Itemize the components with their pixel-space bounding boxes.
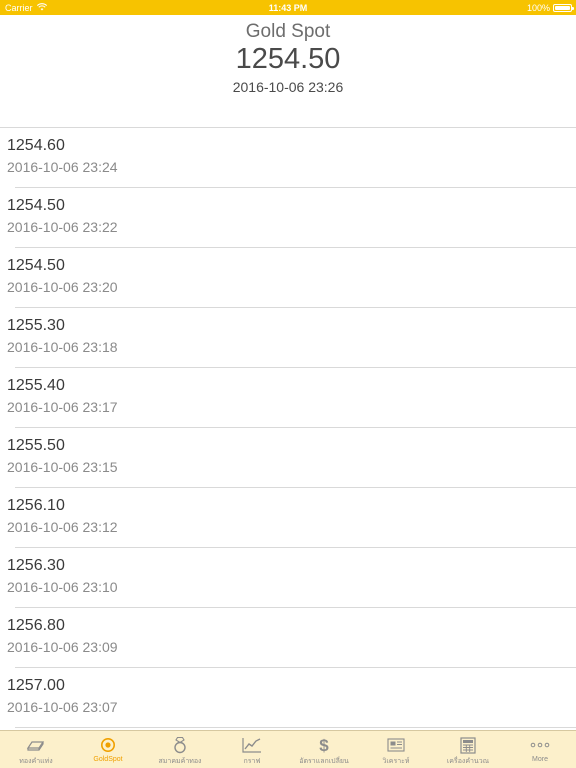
- tab-gold-association[interactable]: สมาคมค้าทอง: [144, 731, 216, 768]
- list-item[interactable]: 1254.50 2016-10-06 23:22: [0, 188, 576, 248]
- list-item[interactable]: 1256.80 2016-10-06 23:09: [0, 608, 576, 668]
- row-price: 1255.40: [7, 377, 65, 394]
- price-history-list[interactable]: 1254.60 2016-10-06 23:24 1254.50 2016-10…: [0, 128, 576, 730]
- list-item[interactable]: 1254.50 2016-10-06 23:20: [0, 248, 576, 308]
- svg-text:$: $: [319, 736, 329, 754]
- row-price: 1257.00: [7, 677, 65, 694]
- list-item[interactable]: 1256.10 2016-10-06 23:12: [0, 488, 576, 548]
- row-time: 2016-10-06 23:09: [7, 639, 118, 655]
- status-bar: Carrier 11:43 PM 100%: [0, 0, 576, 15]
- row-time: 2016-10-06 23:10: [7, 579, 118, 595]
- tab-analysis[interactable]: วิเคราะห์: [360, 731, 432, 768]
- row-time: 2016-10-06 23:12: [7, 519, 118, 535]
- ring-icon: [173, 736, 187, 754]
- list-item[interactable]: 1256.30 2016-10-06 23:10: [0, 548, 576, 608]
- carrier-label: Carrier: [5, 2, 33, 13]
- list-item[interactable]: 1254.60 2016-10-06 23:24: [0, 128, 576, 188]
- tab-label: อัตราแลกเปลี่ยน: [299, 758, 349, 765]
- battery-percent: 100%: [526, 2, 550, 13]
- row-price: 1256.80: [7, 617, 65, 634]
- chart-icon: [242, 736, 262, 754]
- row-time: 2016-10-06 23:22: [7, 219, 118, 235]
- wifi-icon: [36, 2, 47, 13]
- tab-label: ทองคำแท่ง: [19, 758, 53, 765]
- tab-label: กราฟ: [243, 758, 261, 765]
- row-price: 1256.30: [7, 557, 65, 574]
- battery-icon: [553, 3, 574, 12]
- tab-label: เครื่องคำนวณ: [446, 758, 490, 765]
- tab-more[interactable]: More: [504, 731, 576, 768]
- row-price: 1255.30: [7, 317, 65, 334]
- tab-exchange-rate[interactable]: $ อัตราแลกเปลี่ยน: [288, 731, 360, 768]
- row-price: 1254.50: [7, 257, 65, 274]
- gold-spot-header: Gold Spot 1254.50 2016-10-06 23:26: [0, 15, 576, 128]
- gold-bar-icon: [26, 736, 46, 754]
- row-time: 2016-10-06 23:20: [7, 279, 118, 295]
- page-title: Gold Spot: [245, 21, 331, 42]
- row-price: 1254.50: [7, 197, 65, 214]
- tab-calculator[interactable]: เครื่องคำนวณ: [432, 731, 504, 768]
- row-time: 2016-10-06 23:24: [7, 159, 118, 175]
- current-timestamp: 2016-10-06 23:26: [232, 79, 344, 95]
- row-time: 2016-10-06 23:07: [7, 699, 118, 715]
- tab-goldspot[interactable]: GoldSpot: [72, 731, 144, 768]
- row-price: 1255.50: [7, 437, 65, 454]
- dollar-icon: $: [318, 736, 330, 754]
- current-price: 1254.50: [235, 43, 341, 75]
- more-icon: [530, 736, 550, 754]
- status-left: Carrier: [5, 3, 47, 13]
- list-item[interactable]: 1255.40 2016-10-06 23:17: [0, 368, 576, 428]
- tab-bar: ทองคำแท่ง GoldSpot สมาคมค้าทอง กราฟ $ อั…: [0, 730, 576, 768]
- list-item[interactable]: 1255.30 2016-10-06 23:18: [0, 308, 576, 368]
- row-price: 1254.60: [7, 137, 65, 154]
- tab-chart[interactable]: กราฟ: [216, 731, 288, 768]
- list-item[interactable]: 1257.00 2016-10-06 23:07: [0, 668, 576, 728]
- tab-label: GoldSpot: [93, 756, 123, 763]
- row-time: 2016-10-06 23:18: [7, 339, 118, 355]
- list-item[interactable]: 1255.50 2016-10-06 23:15: [0, 428, 576, 488]
- row-time: 2016-10-06 23:15: [7, 459, 118, 475]
- calculator-icon: [460, 736, 476, 754]
- row-price: 1256.10: [7, 497, 65, 514]
- status-time: 11:43 PM: [268, 2, 308, 13]
- tab-label: More: [532, 756, 548, 763]
- target-icon: [100, 736, 116, 754]
- news-icon: [387, 736, 405, 754]
- tab-gold-bar[interactable]: ทองคำแท่ง: [0, 731, 72, 768]
- tab-label: สมาคมค้าทอง: [158, 758, 202, 765]
- status-right: 100%: [526, 2, 574, 13]
- tab-label: วิเคราะห์: [382, 758, 410, 765]
- row-time: 2016-10-06 23:17: [7, 399, 118, 415]
